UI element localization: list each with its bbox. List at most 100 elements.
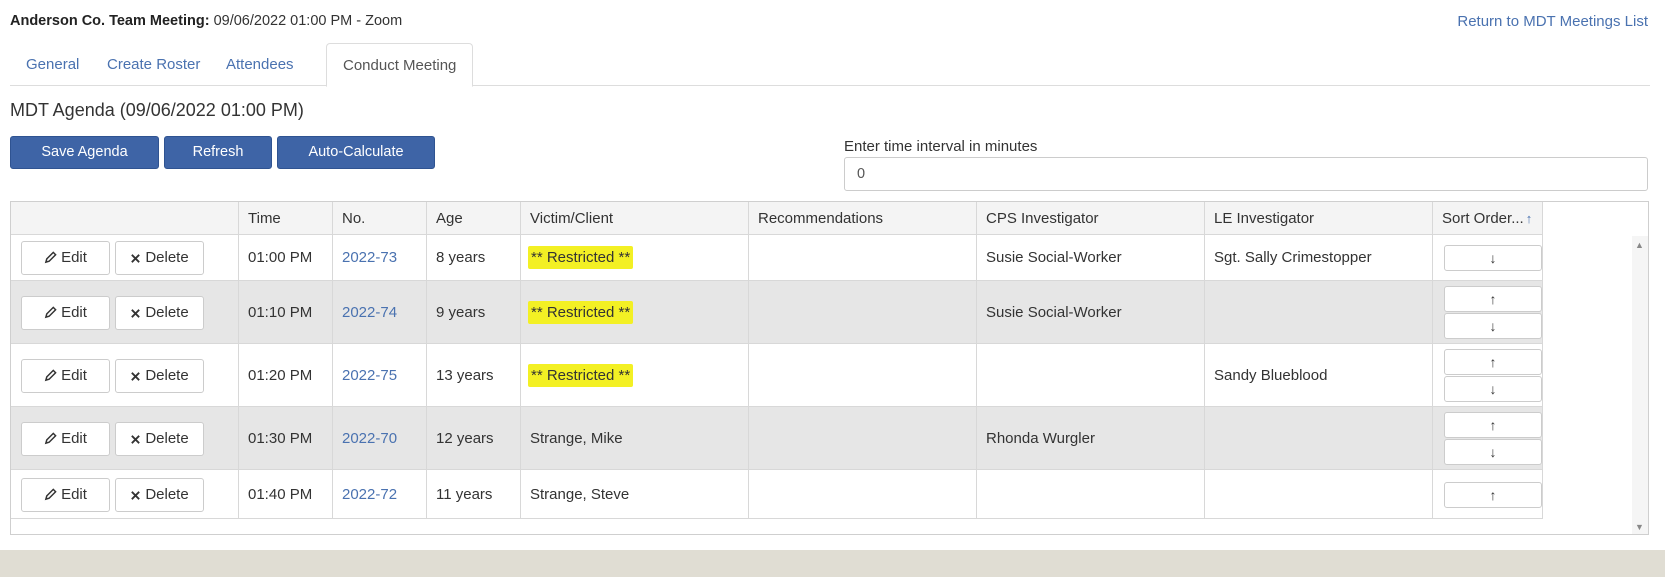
refresh-data-button[interactable]: Refresh Data: [164, 136, 272, 191]
sort-arrow-up-icon[interactable]: ↑: [1526, 211, 1533, 226]
cell-number[interactable]: 2022-74: [342, 304, 397, 321]
column-header-sort-order[interactable]: Sort Order... ↑: [1433, 202, 1543, 235]
table-cell-number: 2022-72: [333, 470, 427, 519]
table-cell-cps-investigator: [977, 470, 1205, 519]
table-cell-number: 2022-70: [333, 407, 427, 470]
interval-label: Enter time interval in minutes: [844, 138, 1038, 155]
move-down-button[interactable]: ↓: [1444, 439, 1542, 465]
close-icon: [131, 308, 141, 318]
edit-button[interactable]: Edit: [21, 421, 110, 456]
delete-button[interactable]: Delete: [115, 421, 204, 456]
cell-age: 13 years: [436, 366, 494, 384]
edit-button[interactable]: Edit: [21, 241, 110, 275]
table-cell-cps-investigator: Rhonda Wurgler: [977, 407, 1205, 470]
move-up-button[interactable]: ↑: [1444, 481, 1542, 508]
cell-age: 9 years: [436, 303, 486, 321]
column-header-victim-client: Victim/Client: [521, 202, 749, 235]
cell-time: 01:30 PM: [248, 429, 313, 447]
scroll-up-icon[interactable]: ▲: [1635, 240, 1644, 250]
column-header-actions: [11, 202, 239, 235]
tab-general[interactable]: General: [10, 43, 95, 86]
scroll-down-icon[interactable]: ▼: [1635, 522, 1644, 532]
table-cell-recommendations: [749, 235, 977, 281]
save-agenda-order-button[interactable]: Save Agenda Order: [10, 136, 159, 191]
meeting-header: Anderson Co. Team Meeting: 09/06/2022 01…: [10, 13, 402, 29]
tab-bar: General Create Roster Attendees Conduct …: [10, 43, 1650, 87]
delete-label: Delete: [145, 429, 189, 447]
move-down-button[interactable]: ↓: [1444, 313, 1542, 339]
cell-cps-investigator: Susie Social-Worker: [986, 249, 1122, 266]
cell-victim-client: Strange, Mike: [530, 429, 623, 447]
table-cell-victim-client: Strange, Steve: [521, 470, 749, 519]
table-cell-actions: Edit Delete: [11, 235, 239, 281]
delete-button[interactable]: Delete: [115, 241, 204, 275]
close-icon: [131, 490, 141, 500]
edit-label: Edit: [61, 485, 87, 503]
table-cell-time: 01:40 PM: [239, 470, 333, 519]
delete-button[interactable]: Delete: [115, 295, 204, 330]
table-cell-sort-order: ↑ ↓: [1433, 407, 1543, 470]
table-cell-le-investigator: Sgt. Sally Crimestopper: [1205, 235, 1433, 281]
cell-number[interactable]: 2022-72: [342, 486, 397, 503]
interval-input[interactable]: [844, 157, 1648, 191]
column-header-label: Age: [436, 209, 463, 227]
close-icon: [131, 254, 141, 263]
arrow-up-icon: ↑: [1489, 291, 1497, 307]
table-cell-cps-investigator: Susie Social-Worker: [977, 235, 1205, 281]
cell-cps-investigator: Rhonda Wurgler: [986, 429, 1095, 447]
table-cell-time: 01:30 PM: [239, 407, 333, 470]
column-header-number: No.: [333, 202, 427, 235]
table-scrollbar[interactable]: ▲ ▼: [1632, 236, 1648, 534]
move-down-button[interactable]: ↓: [1444, 376, 1542, 402]
cell-victim-client: Strange, Steve: [530, 485, 630, 503]
delete-label: Delete: [145, 485, 189, 503]
pencil-icon: [44, 431, 57, 444]
move-down-button[interactable]: ↓: [1444, 245, 1542, 271]
delete-button[interactable]: Delete: [115, 477, 204, 512]
tab-conduct-meeting[interactable]: Conduct Meeting: [326, 43, 474, 87]
cell-number[interactable]: 2022-70: [342, 430, 397, 447]
delete-label: Delete: [145, 303, 189, 321]
table-cell-time: 01:00 PM: [239, 235, 333, 281]
arrow-down-icon: ↓: [1489, 318, 1497, 334]
table-cell-age: 9 years: [427, 281, 521, 344]
return-to-list-link[interactable]: Return to MDT Meetings List: [1457, 13, 1648, 30]
arrow-down-icon: ↓: [1489, 444, 1497, 460]
table-cell-number: 2022-75: [333, 344, 427, 407]
table-cell-actions: Edit Delete: [11, 344, 239, 407]
auto-calculate-times-button[interactable]: Auto-Calculate Times: [277, 136, 435, 191]
edit-label: Edit: [61, 249, 87, 266]
column-header-label: Sort Order...: [1442, 209, 1524, 227]
edit-button[interactable]: Edit: [21, 358, 110, 393]
cell-number[interactable]: 2022-75: [342, 367, 397, 384]
column-header-label: No.: [342, 209, 366, 227]
cell-number[interactable]: 2022-73: [342, 249, 397, 266]
move-up-button[interactable]: ↑: [1444, 286, 1542, 312]
pencil-icon: [44, 305, 57, 318]
column-header-label: LE Investigator: [1214, 209, 1315, 227]
cell-time: 01:20 PM: [248, 366, 313, 384]
table-cell-time: 01:20 PM: [239, 344, 333, 407]
tab-create-roster[interactable]: Create Roster: [91, 43, 216, 86]
edit-button[interactable]: Edit: [21, 477, 110, 512]
delete-button[interactable]: Delete: [115, 358, 204, 393]
table-cell-recommendations: [749, 281, 977, 344]
table-cell-sort-order: ↑: [1433, 470, 1543, 519]
column-header-cps-investigator: CPS Investigator: [977, 202, 1205, 235]
table-cell-number: 2022-74: [333, 281, 427, 344]
table-cell-age: 13 years: [427, 344, 521, 407]
table-cell-le-investigator: Sandy Blueblood: [1205, 344, 1433, 407]
table-cell-le-investigator: [1205, 407, 1433, 470]
table-cell-cps-investigator: [977, 344, 1205, 407]
edit-button[interactable]: Edit: [21, 295, 110, 330]
table-cell-age: 12 years: [427, 407, 521, 470]
table-cell-age: 11 years: [427, 470, 521, 519]
tab-attendees[interactable]: Attendees: [210, 43, 310, 86]
move-up-button[interactable]: ↑: [1444, 412, 1542, 438]
column-header-label: Time: [248, 209, 281, 227]
column-header-le-investigator: LE Investigator: [1205, 202, 1433, 235]
table-cell-le-investigator: [1205, 470, 1433, 519]
arrow-up-icon: ↑: [1489, 354, 1497, 370]
meeting-details: 09/06/2022 01:00 PM - Zoom: [213, 13, 403, 29]
move-up-button[interactable]: ↑: [1444, 349, 1542, 375]
